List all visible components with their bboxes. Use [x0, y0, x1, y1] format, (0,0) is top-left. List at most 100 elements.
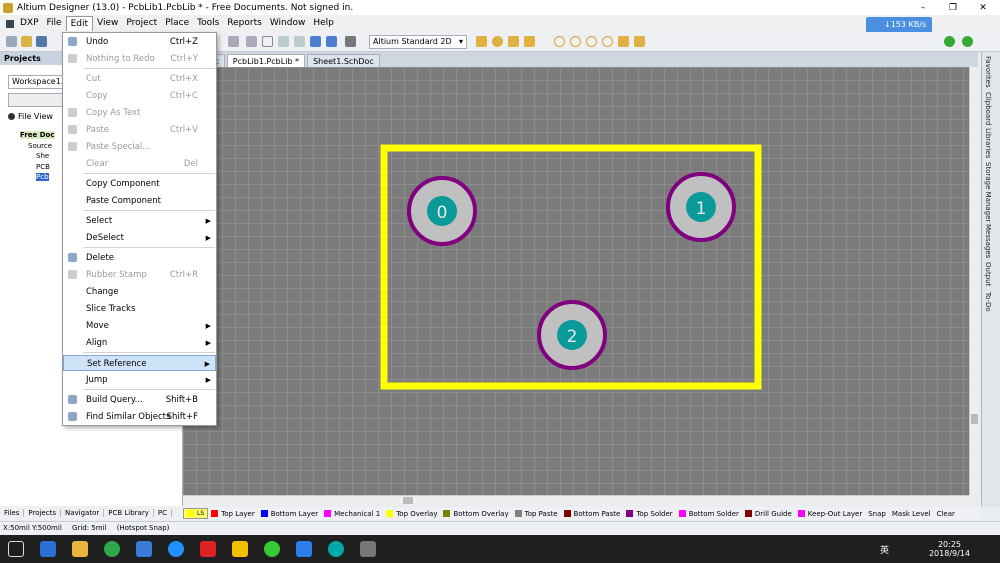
menu-item-paste-component[interactable]: Paste Component — [63, 193, 216, 209]
pad-0[interactable]: 0 — [407, 176, 477, 246]
layer-tab-bottom-solder[interactable]: Bottom Solder — [676, 508, 742, 519]
menu-item-copy-as-text[interactable]: Copy As Text — [63, 105, 216, 121]
browser-360-icon[interactable] — [104, 541, 120, 557]
menu-item-change[interactable]: Change — [63, 284, 216, 300]
project-select[interactable] — [8, 93, 68, 107]
menu-item-cut[interactable]: Cut Ctrl+X — [63, 71, 216, 87]
menu-item-undo[interactable]: Undo Ctrl+Z — [63, 34, 216, 50]
view-mode-select[interactable]: Altium Standard 2D ▾ — [369, 35, 467, 49]
layer-tab-mask-level[interactable]: Mask Level — [889, 508, 934, 519]
layer-tab-bottom-overlay[interactable]: Bottom Overlay — [440, 508, 511, 519]
tab-pc[interactable]: PC — [154, 509, 172, 517]
app-bird-icon[interactable] — [136, 541, 152, 557]
select-rect-icon[interactable] — [262, 36, 273, 47]
menu-item-set-reference[interactable]: Set Reference ▶ — [63, 355, 216, 371]
doc-tab-schdoc[interactable]: Sheet1.SchDoc — [307, 54, 380, 67]
layer-tab-ls[interactable]: LS — [183, 508, 209, 519]
fit-icon[interactable] — [246, 36, 257, 47]
app-qq-browser-icon[interactable] — [168, 541, 184, 557]
arc-center-icon[interactable] — [570, 36, 581, 47]
zoom-icon[interactable] — [228, 36, 239, 47]
vertical-scrollbar[interactable] — [969, 67, 978, 495]
tree-item[interactable]: She — [12, 151, 55, 162]
menu-file[interactable]: File — [43, 16, 66, 31]
tree-item[interactable]: Free Doc — [12, 130, 55, 141]
fill-tool-icon[interactable] — [618, 36, 629, 47]
menu-help[interactable]: Help — [309, 16, 338, 31]
menu-window[interactable]: Window — [266, 16, 310, 31]
open-icon[interactable] — [21, 36, 32, 47]
menu-item-copy[interactable]: Copy Ctrl+C — [63, 88, 216, 104]
pad-tool-icon[interactable] — [492, 36, 503, 47]
menu-item-paste[interactable]: Paste Ctrl+V — [63, 122, 216, 138]
tab-clipboard[interactable]: Clipboard — [984, 92, 992, 125]
menu-item-jump[interactable]: Jump ▶ — [63, 372, 216, 388]
menu-view[interactable]: View — [93, 16, 122, 31]
full-circle-icon[interactable] — [602, 36, 613, 47]
menu-item-move[interactable]: Move ▶ — [63, 318, 216, 334]
tab-projects[interactable]: Projects — [24, 509, 61, 517]
deselect-icon[interactable] — [294, 36, 305, 47]
undo-icon[interactable] — [310, 36, 321, 47]
tab-storage-manager[interactable]: Storage Manager — [984, 162, 992, 222]
layer-tab-snap[interactable]: Snap — [865, 508, 889, 519]
layer-tab-top-paste[interactable]: Top Paste — [512, 508, 561, 519]
menu-item-deselect[interactable]: DeSelect ▶ — [63, 230, 216, 246]
pad-1[interactable]: 1 — [666, 172, 736, 242]
layer-tab-clear[interactable]: Clear — [934, 508, 958, 519]
move-icon[interactable] — [278, 36, 289, 47]
menu-item-delete[interactable]: Delete — [63, 250, 216, 266]
new-icon[interactable] — [6, 36, 17, 47]
tree-item[interactable]: Pcb — [12, 172, 55, 183]
menu-item-rubber-stamp[interactable]: Rubber Stamp Ctrl+R — [63, 267, 216, 283]
save-icon[interactable] — [36, 36, 47, 47]
tab-favorites[interactable]: Favorites — [984, 56, 992, 88]
grid-icon[interactable] — [345, 36, 356, 47]
app-green-icon[interactable] — [264, 541, 280, 557]
clock[interactable]: 20:25 2018/9/14 — [929, 540, 970, 558]
network-speed-widget[interactable]: ↓153 KB/s — [866, 17, 932, 33]
back-icon[interactable] — [962, 36, 973, 47]
tab-messages[interactable]: Messages — [984, 224, 992, 258]
layer-tab-top-layer[interactable]: Top Layer — [208, 508, 258, 519]
close-button[interactable]: ✕ — [968, 0, 998, 15]
menu-item-slice-tracks[interactable]: Slice Tracks — [63, 301, 216, 317]
layer-tab-mechanical-1[interactable]: Mechanical 1 — [321, 508, 383, 519]
app-cloud-icon[interactable] — [296, 541, 312, 557]
menu-item-align[interactable]: Align ▶ — [63, 335, 216, 351]
altium-task-icon[interactable] — [360, 541, 376, 557]
pcb-canvas[interactable]: 0 1 2 — [183, 67, 969, 495]
redo-icon[interactable] — [326, 36, 337, 47]
horizontal-scrollbar[interactable] — [183, 495, 969, 505]
layer-tab-bottom-layer[interactable]: Bottom Layer — [258, 508, 321, 519]
go-icon[interactable] — [944, 36, 955, 47]
tab-to-do[interactable]: To-Do — [984, 292, 992, 312]
string-tool-icon[interactable] — [524, 36, 535, 47]
tab-libraries[interactable]: Libraries — [984, 128, 992, 158]
tab-navigator[interactable]: Navigator — [61, 509, 105, 517]
arc-edge-icon[interactable] — [586, 36, 597, 47]
array-paste-icon[interactable] — [634, 36, 645, 47]
tab-pcb-library[interactable]: PCB Library — [104, 509, 154, 517]
maximize-button[interactable]: ❐ — [938, 0, 968, 15]
file-explorer-icon[interactable] — [72, 541, 88, 557]
tab-output[interactable]: Output — [984, 262, 992, 286]
menu-item-paste-special[interactable]: Paste Special... — [63, 139, 216, 155]
app-yellow-icon[interactable] — [232, 541, 248, 557]
layer-tab-bottom-paste[interactable]: Bottom Paste — [561, 508, 624, 519]
tree-item[interactable]: Source — [12, 141, 55, 152]
layer-tab-top-overlay[interactable]: Top Overlay — [383, 508, 440, 519]
menu-item-build-query[interactable]: Build Query... Shift+B — [63, 392, 216, 408]
menu-place[interactable]: Place — [161, 16, 193, 31]
menu-item-find-similar-objects[interactable]: Find Similar Objects Shift+F — [63, 409, 216, 425]
app-red-icon[interactable] — [200, 541, 216, 557]
line-tool-icon[interactable] — [476, 36, 487, 47]
layer-tab-drill-guide[interactable]: Drill Guide — [742, 508, 795, 519]
layer-tab-top-solder[interactable]: Top Solder — [623, 508, 675, 519]
ime-indicator[interactable]: 英 — [880, 543, 889, 556]
menu-edit[interactable]: Edit — [65, 16, 94, 31]
browser-edge-icon[interactable] — [40, 541, 56, 557]
app-teal-icon[interactable] — [328, 541, 344, 557]
menu-item-copy-component[interactable]: Copy Component — [63, 176, 216, 192]
arc-tool-icon[interactable] — [554, 36, 565, 47]
